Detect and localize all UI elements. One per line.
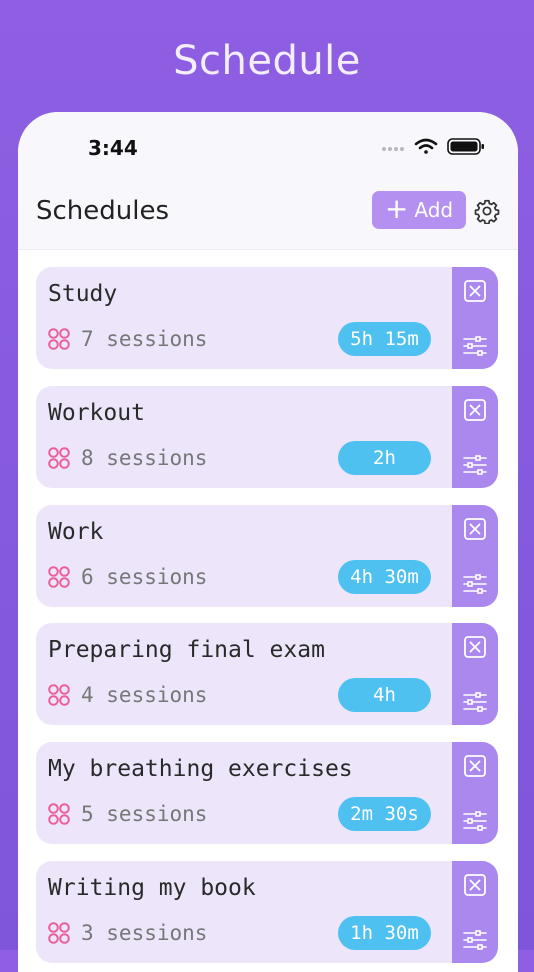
- four-circles-icon: [48, 684, 70, 707]
- schedule-card[interactable]: Writing my book 3 sessions 1h 30m: [36, 860, 498, 963]
- close-square-icon[interactable]: [463, 279, 487, 303]
- schedule-card[interactable]: Work 6 sessions 4h 30m: [36, 504, 498, 607]
- sessions-count: 6 sessions: [81, 564, 208, 589]
- four-circles-icon: [48, 328, 70, 350]
- schedule-card[interactable]: Study 7 sessions 5h 15m: [36, 267, 498, 369]
- gear-icon[interactable]: [474, 198, 500, 224]
- card-actions: [452, 385, 498, 488]
- sliders-icon[interactable]: [462, 928, 488, 952]
- sliders-icon[interactable]: [462, 690, 488, 714]
- close-square-icon[interactable]: [463, 754, 487, 778]
- battery-icon: [447, 138, 484, 155]
- cellular-signal-icon: [382, 147, 404, 151]
- status-icons: [382, 138, 484, 155]
- sessions-row: 4 sessions: [47, 683, 207, 707]
- schedule-name: Study: [48, 281, 118, 307]
- sessions-count: 7 sessions: [81, 327, 208, 351]
- status-time: 3:44: [88, 136, 138, 160]
- duration-badge: 5h 15m: [338, 322, 431, 356]
- duration-badge: 4h 30m: [338, 559, 431, 594]
- sliders-icon[interactable]: [462, 809, 488, 833]
- schedule-name: Workout: [48, 399, 145, 426]
- status-bar: 3:44: [18, 112, 518, 182]
- sessions-row: 7 sessions: [47, 327, 207, 351]
- sessions-count: 3 sessions: [81, 920, 208, 945]
- card-actions: [452, 504, 498, 607]
- duration-badge: 2h: [338, 440, 431, 475]
- add-schedule-button[interactable]: + Add: [372, 191, 466, 229]
- four-circles-icon: [48, 446, 70, 469]
- close-square-icon[interactable]: [463, 398, 487, 422]
- four-circles-icon: [48, 803, 70, 825]
- schedule-name: My breathing exercises: [48, 756, 353, 783]
- sliders-icon[interactable]: [462, 334, 488, 358]
- close-square-icon[interactable]: [463, 635, 487, 659]
- sliders-icon[interactable]: [462, 572, 488, 596]
- plus-icon: +: [384, 191, 409, 225]
- schedule-name: Preparing final exam: [48, 637, 325, 664]
- card-actions: [452, 860, 498, 963]
- sessions-row: 3 sessions: [47, 921, 207, 945]
- add-button-label: Add: [414, 198, 454, 222]
- sessions-count: 4 sessions: [81, 683, 208, 708]
- schedule-name: Writing my book: [48, 874, 256, 901]
- duration-badge: 4h: [338, 678, 431, 713]
- schedule-name: Work: [48, 518, 104, 545]
- navigation-bar: Schedules + Add: [18, 182, 518, 250]
- sliders-icon[interactable]: [462, 453, 488, 477]
- phone-frame: 3:44 Schedules + Add Study 7 sessions 5h…: [18, 112, 518, 972]
- close-square-icon[interactable]: [463, 517, 487, 541]
- close-square-icon[interactable]: [463, 873, 487, 897]
- page-title: Schedules: [36, 196, 170, 226]
- sessions-row: 6 sessions: [47, 565, 207, 589]
- four-circles-icon: [48, 565, 70, 588]
- card-actions: [452, 267, 498, 369]
- screen-banner-title: Schedule: [173, 38, 361, 84]
- card-actions: [452, 623, 498, 726]
- duration-badge: 2m 30s: [338, 797, 431, 832]
- duration-badge: 1h 30m: [338, 915, 431, 950]
- four-circles-icon: [48, 922, 70, 944]
- sessions-count: 5 sessions: [81, 802, 208, 827]
- wifi-icon: [414, 138, 438, 154]
- schedule-card[interactable]: My breathing exercises 5 sessions 2m 30s: [36, 742, 498, 845]
- schedule-card[interactable]: Workout 8 sessions 2h: [36, 385, 498, 488]
- sessions-count: 8 sessions: [81, 445, 208, 470]
- card-actions: [452, 742, 498, 845]
- schedule-card[interactable]: Preparing final exam 4 sessions 4h: [36, 623, 498, 726]
- schedule-list: Study 7 sessions 5h 15m Workout 8 sessio…: [36, 267, 498, 972]
- sessions-row: 8 sessions: [47, 446, 207, 470]
- sessions-row: 5 sessions: [47, 802, 207, 826]
